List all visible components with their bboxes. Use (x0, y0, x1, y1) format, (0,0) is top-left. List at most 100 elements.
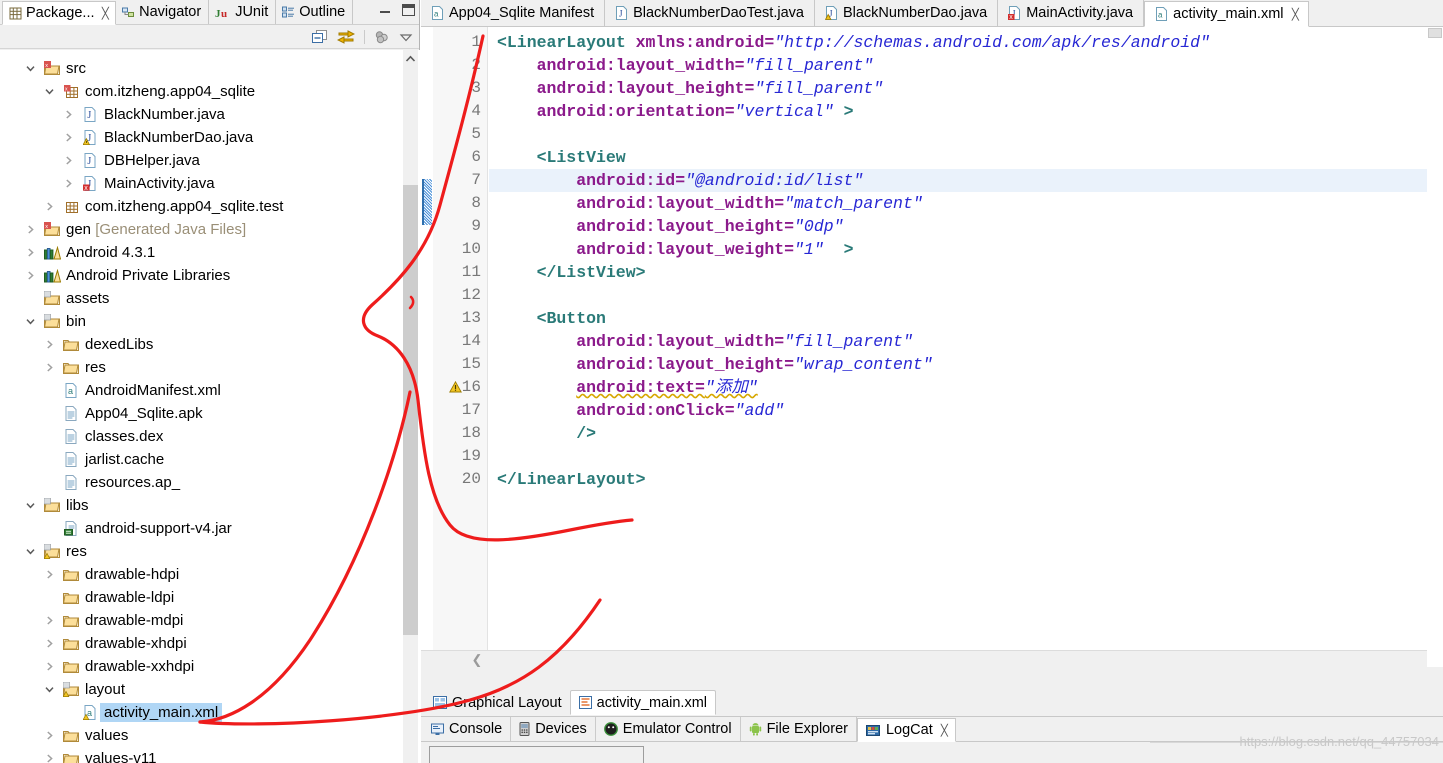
view-tab-outline[interactable]: Outline (276, 0, 354, 24)
tree-item-android-private-libraries[interactable]: Android Private Libraries (0, 264, 420, 287)
code-line[interactable]: android:id="@android:id/list" (497, 169, 863, 192)
chevron-down-icon[interactable] (25, 316, 42, 327)
tree-item-androidmanifest-xml[interactable]: a AndroidManifest.xml (0, 379, 420, 402)
chevron-right-icon[interactable] (44, 615, 61, 626)
chevron-right-icon[interactable] (63, 155, 80, 166)
tree-item-resources-ap[interactable]: resources.ap_ (0, 471, 420, 494)
code-line[interactable]: android:layout_height="0dp" (497, 215, 843, 238)
tree-item-dexedlibs[interactable]: dexedLibs (0, 333, 420, 356)
tree-item-drawable-xhdpi[interactable]: drawable-xhdpi (0, 632, 420, 655)
chevron-right-icon[interactable] (44, 362, 61, 373)
chevron-right-icon[interactable] (63, 178, 80, 189)
code-scrollbar-thumb[interactable] (1428, 28, 1442, 38)
tree-item-blacknumber-java[interactable]: J BlackNumber.java (0, 103, 420, 126)
tree-item-classes-dex[interactable]: classes.dex (0, 425, 420, 448)
editor-tab-mainactivity[interactable]: J x MainActivity.java (998, 0, 1145, 26)
code-line[interactable]: android:text="添加" (497, 376, 758, 399)
logcat-search-input[interactable] (429, 746, 644, 763)
code-line[interactable]: <LinearLayout xmlns:android="http://sche… (497, 31, 1210, 54)
code-line[interactable]: android:onClick="add" (497, 399, 784, 422)
tree-item-assets[interactable]: assets (0, 287, 420, 310)
form-tab-graphical-layout[interactable]: Graphical Layout (425, 690, 570, 715)
tree-item-layout[interactable]: layout (0, 678, 420, 701)
view-tab-navigator[interactable]: Navigator (116, 0, 210, 24)
tree-item-res[interactable]: res (0, 540, 420, 563)
tree-item-jarlist-cache[interactable]: jarlist.cache (0, 448, 420, 471)
tree-item-drawable-xxhdpi[interactable]: drawable-xxhdpi (0, 655, 420, 678)
tree-item-src[interactable]: x src (0, 57, 420, 80)
tree-item-android-support-v4-jar[interactable]: android-support-v4.jar (0, 517, 420, 540)
minimize-panel-button[interactable] (378, 3, 392, 17)
chevron-right-icon[interactable] (44, 730, 61, 741)
code-line[interactable]: <Button (497, 307, 606, 330)
tree-item-drawable-mdpi[interactable]: drawable-mdpi (0, 609, 420, 632)
tree-item-gen[interactable]: x gen [Generated Java Files] (0, 218, 420, 241)
chevron-down-icon[interactable] (44, 86, 61, 97)
code-line[interactable]: android:layout_weight="1" > (497, 238, 853, 261)
code-editor[interactable]: 1 2 3 4 5 6 7 8 9 10 11 12 13 14 15 16 17 18 19 20 <LinearL… (421, 27, 1443, 667)
tree-item-com-itzheng-app04-sqlite-test[interactable]: com.itzheng.app04_sqlite.test (0, 195, 420, 218)
collapse-all-icon[interactable] (312, 29, 328, 44)
code-line[interactable]: android:layout_width="fill_parent" (497, 330, 913, 353)
chevron-right-icon[interactable] (44, 339, 61, 350)
chevron-right-icon[interactable] (44, 638, 61, 649)
editor-tab-blacknumberdaotest[interactable]: J BlackNumberDaoTest.java (605, 0, 815, 26)
chevron-right-icon[interactable] (25, 270, 42, 281)
bottom-tab-console[interactable]: Console (423, 717, 512, 741)
bottom-tab-devices[interactable]: Devices (511, 717, 596, 741)
tree-item-com-itzheng-app04-sqlite[interactable]: x com.itzheng.app04_sqlite (0, 80, 420, 103)
code-line[interactable]: android:layout_width="fill_parent" (497, 54, 874, 77)
code-line[interactable]: android:orientation="vertical" > (497, 100, 854, 123)
tree-item-libs[interactable]: libs (0, 494, 420, 517)
tree-vertical-scrollbar[interactable] (403, 50, 418, 763)
chevron-right-icon[interactable] (44, 753, 61, 763)
code-line[interactable]: android:layout_height="wrap_content" (497, 353, 932, 376)
tree-item-res[interactable]: res (0, 356, 420, 379)
tree-item-bin[interactable]: bin (0, 310, 420, 333)
tree-item-mainactivity-java[interactable]: Jx MainActivity.java (0, 172, 420, 195)
editor-tab-blacknumberdao[interactable]: J BlackNumberDao.java (815, 0, 999, 26)
chevron-down-icon[interactable] (44, 684, 61, 695)
chevron-down-icon[interactable] (25, 500, 42, 511)
tree-item-drawable-ldpi[interactable]: drawable-ldpi (0, 586, 420, 609)
bottom-tab-file-explorer[interactable]: File Explorer (741, 717, 857, 741)
chevron-right-icon[interactable] (63, 109, 80, 120)
code-horizontal-scrollbar[interactable]: ❮ (421, 650, 1443, 667)
tree-scrollbar-thumb[interactable] (403, 185, 418, 635)
chevron-right-icon[interactable] (44, 569, 61, 580)
editor-tab-manifest[interactable]: a App04_Sqlite Manifest (421, 0, 606, 26)
tree-item-blacknumberdao-java[interactable]: J BlackNumberDao.java (0, 126, 420, 149)
view-tab-package-explorer[interactable]: Package... ╳ (2, 1, 117, 25)
tree-item-app04-sqlite-apk[interactable]: App04_Sqlite.apk (0, 402, 420, 425)
tree-item-dbhelper-java[interactable]: J DBHelper.java (0, 149, 420, 172)
close-icon[interactable]: ╳ (1291, 8, 1298, 21)
code-line[interactable]: /> (497, 422, 596, 445)
project-tree[interactable]: x src x com.itzheng.app04_sqlite J BlackNumbe… (0, 50, 420, 763)
chevron-right-icon[interactable] (25, 247, 42, 258)
scroll-up-icon[interactable] (403, 50, 418, 67)
bottom-tab-emulator-control[interactable]: Emulator Control (596, 717, 741, 741)
code-text[interactable]: <LinearLayout xmlns:android="http://sche… (489, 27, 1443, 667)
tree-item-values[interactable]: values (0, 724, 420, 747)
editor-tab-activity-main-xml[interactable]: a activity_main.xml ╳ (1144, 1, 1310, 27)
tree-item-drawable-hdpi[interactable]: drawable-hdpi (0, 563, 420, 586)
chevron-down-icon[interactable] (25, 546, 42, 557)
code-vertical-scrollbar[interactable] (1427, 27, 1443, 667)
code-line[interactable]: <ListView (497, 146, 626, 169)
chevron-right-icon[interactable] (44, 661, 61, 672)
form-tab-xml-source[interactable]: activity_main.xml (569, 690, 717, 715)
chevron-right-icon[interactable] (44, 201, 61, 212)
code-line[interactable]: android:layout_width="match_parent" (497, 192, 923, 215)
tree-item-activity-main-xml[interactable]: a activity_main.xml (0, 701, 420, 724)
chevron-right-icon[interactable] (25, 224, 42, 235)
link-with-editor-icon[interactable] (337, 29, 355, 44)
tree-item-values-v11[interactable]: values-v11 (0, 747, 420, 763)
close-icon[interactable]: ╳ (941, 724, 948, 737)
bottom-tab-logcat[interactable]: LogCat ╳ (856, 718, 957, 742)
chevron-down-icon[interactable] (25, 63, 42, 74)
code-line[interactable]: android:layout_height="fill_parent" (497, 77, 884, 100)
close-icon[interactable]: ╳ (101, 7, 108, 20)
code-line[interactable]: </ListView> (497, 261, 646, 284)
view-tab-junit[interactable]: J u JUnit (209, 0, 277, 24)
chevron-right-icon[interactable] (63, 132, 80, 143)
